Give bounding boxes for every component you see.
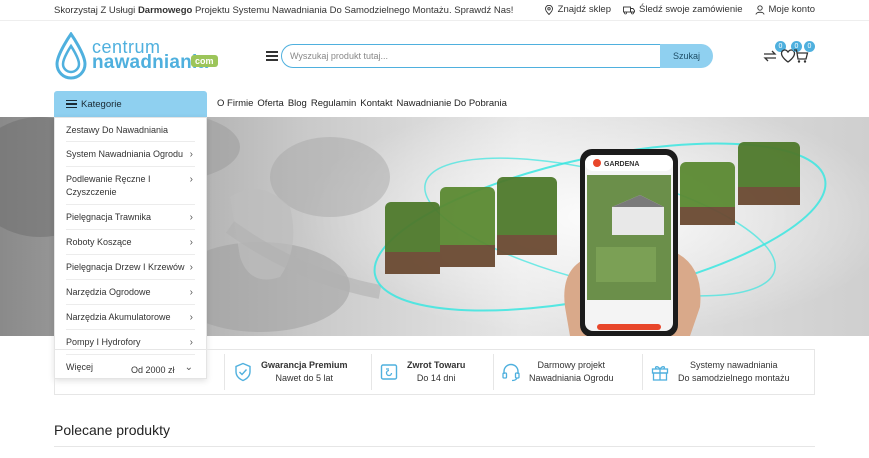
- chevron-right-icon: ›: [189, 336, 193, 348]
- feature-warranty: Gwarancja Premium Nawet do 5 lat: [233, 350, 348, 394]
- site-logo[interactable]: centrum nawadniania com: [54, 30, 224, 82]
- feature-line: Od 2000 zł: [131, 365, 175, 375]
- feature-line: Systemy nawadniania: [690, 360, 778, 370]
- user-icon: [755, 4, 764, 15]
- feature-line: Do samodzielnego montażu: [678, 373, 790, 383]
- category-label: Narzędzia Ogrodowe: [66, 287, 151, 297]
- category-item[interactable]: Zestawy Do Nawadniania: [66, 118, 195, 142]
- feature-title: Zwrot Towaru: [407, 360, 466, 370]
- category-label: Podlewanie Ręczne I Czyszczenie: [66, 174, 151, 197]
- feature-free-project: Darmowy projekt Nawadniania Ogrodu: [501, 350, 614, 394]
- gift-icon: [651, 366, 669, 381]
- feature-line: Nawadniania Ogrodu: [529, 373, 614, 383]
- category-label: Pielęgnacja Trawnika: [66, 212, 152, 222]
- find-store-link[interactable]: Znajdź sklep: [544, 4, 611, 15]
- promo-text-start: Skorzystaj Z Usługi: [54, 5, 138, 16]
- return-box-icon: [380, 364, 398, 380]
- top-bar: Skorzystaj Z Usługi Darmowego Projektu S…: [0, 0, 869, 21]
- truck-icon: [623, 6, 635, 14]
- shield-check-icon: [235, 362, 251, 382]
- search-input[interactable]: Wyszukaj produkt tutaj...: [281, 44, 661, 68]
- category-item[interactable]: Pielęgnacja Trawnika ›: [66, 205, 195, 230]
- feature-returns: Zwrot Towaru Do 14 dni: [379, 350, 465, 394]
- nav-link-offer[interactable]: Oferta: [257, 98, 283, 109]
- nav-link-blog[interactable]: Blog: [288, 98, 307, 109]
- category-item[interactable]: Pielęgnacja Drzew I Krzewów ›: [66, 255, 195, 280]
- features-strip: Od 2000 zł Gwarancja Premium Nawet do 5 l…: [54, 349, 815, 395]
- promo-text-end: Projektu Systemu Nawadniania Do Samodzie…: [192, 5, 514, 16]
- chevron-right-icon: ›: [189, 261, 193, 273]
- chevron-right-icon: ›: [189, 311, 193, 323]
- hero-brand-text: GARDENA: [604, 161, 639, 168]
- category-item[interactable]: Podlewanie Ręczne I Czyszczenie ›: [66, 167, 195, 205]
- section-title: Polecane produkty: [54, 422, 170, 438]
- track-order-label: Śledź swoje zamówienie: [639, 4, 743, 15]
- categories-button-label: Kategorie: [81, 98, 122, 110]
- category-label: Narzędzia Akumulatorowe: [66, 312, 171, 322]
- nav-link-about[interactable]: O Firmie: [217, 98, 253, 109]
- hamburger-icon[interactable]: [266, 51, 278, 61]
- my-account-link[interactable]: Moje konto: [755, 4, 815, 15]
- feature-free-shipping: Od 2000 zł: [131, 364, 175, 377]
- section-divider: [54, 446, 815, 447]
- chevron-right-icon: ›: [189, 211, 193, 223]
- category-item[interactable]: System Nawadniania Ogrodu ›: [66, 142, 195, 167]
- feature-line: Do 14 dni: [416, 373, 456, 383]
- chevron-right-icon: ›: [189, 236, 193, 248]
- headset-icon: [502, 363, 520, 382]
- chevron-right-icon: ›: [189, 174, 193, 185]
- cart-count-badge: 0: [804, 41, 815, 52]
- category-menu: Zestawy Do Nawadniania System Nawadniani…: [54, 117, 207, 379]
- category-item[interactable]: Roboty Koszące ›: [66, 230, 195, 255]
- promo-text: Skorzystaj Z Usługi Darmowego Projektu S…: [54, 5, 513, 16]
- map-pin-icon: [544, 4, 553, 15]
- category-item[interactable]: Narzędzia Ogrodowe ›: [66, 280, 195, 305]
- search-button[interactable]: Szukaj: [660, 44, 713, 68]
- feature-line: Nawet do 5 lat: [275, 373, 334, 383]
- menu-lines-icon: [66, 98, 77, 111]
- feature-diy-systems: Systemy nawadniania Do samodzielnego mont…: [650, 350, 790, 394]
- divider: [642, 354, 643, 390]
- category-label: System Nawadniania Ogrodu: [66, 149, 184, 159]
- category-label: Zestawy Do Nawadniania: [66, 124, 169, 135]
- track-order-link[interactable]: Śledź swoje zamówienie: [623, 4, 743, 15]
- main-nav: O Firmie Oferta Blog Regulamin Kontakt N…: [217, 98, 507, 109]
- nav-link-contact[interactable]: Kontakt: [360, 98, 392, 109]
- category-label: Roboty Koszące: [66, 237, 132, 247]
- find-store-label: Znajdź sklep: [557, 4, 612, 15]
- feature-line: Darmowy projekt: [537, 360, 606, 370]
- compare-icon[interactable]: [762, 48, 778, 64]
- logo-badge: com: [191, 55, 218, 67]
- chevron-right-icon: ›: [189, 148, 193, 160]
- my-account-label: Moje konto: [768, 4, 815, 15]
- water-drop-logo-icon: [55, 32, 87, 80]
- nav-link-terms[interactable]: Regulamin: [311, 98, 356, 109]
- divider: [371, 354, 372, 390]
- category-item[interactable]: Narzędzia Akumulatorowe ›: [66, 305, 195, 330]
- header-icons: 0 0 0: [760, 41, 820, 68]
- promo-text-bold: Darmowego: [137, 5, 193, 16]
- divider: [493, 354, 494, 390]
- nav-link-downloads[interactable]: Nawadnianie Do Pobrania: [396, 98, 506, 109]
- categories-button[interactable]: Kategorie: [54, 91, 207, 117]
- category-label: Pielęgnacja Drzew I Krzewów: [66, 262, 185, 272]
- chevron-right-icon: ›: [189, 286, 193, 298]
- divider: [224, 354, 225, 390]
- category-label: Pompy I Hydrofory: [66, 337, 141, 347]
- feature-title: Gwarancja Premium: [261, 360, 348, 370]
- top-links: Znajdź sklep Śledź swoje zamówienie Moje…: [544, 4, 815, 15]
